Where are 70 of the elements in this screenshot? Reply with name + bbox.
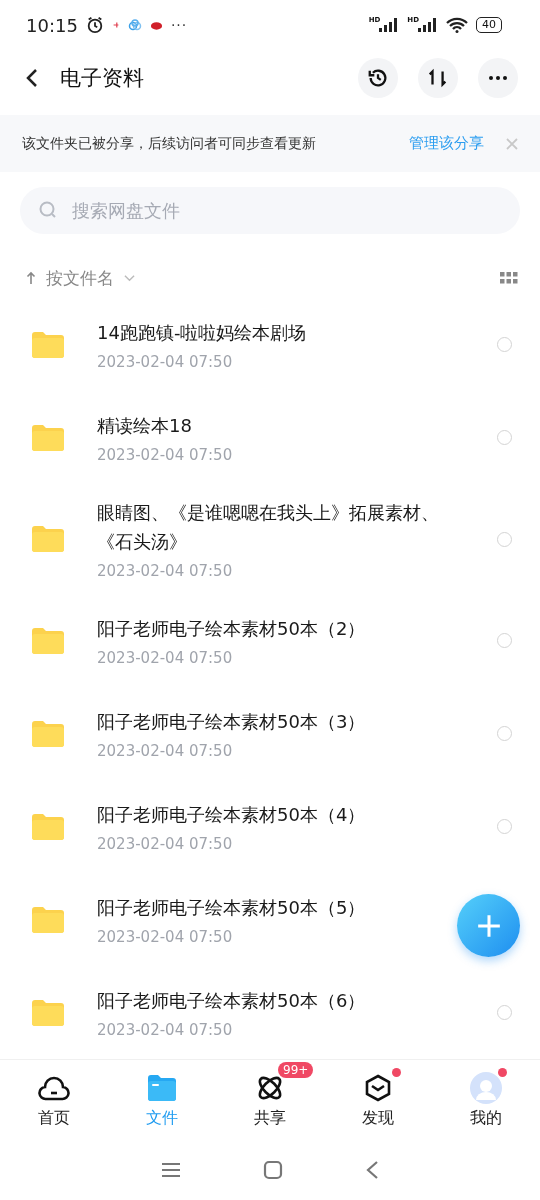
cloud-icon — [127, 19, 142, 31]
avatar-icon — [470, 1071, 502, 1104]
folder-name: 阳子老师电子绘本素材50本（4） — [97, 803, 367, 827]
add-button[interactable] — [457, 894, 520, 957]
folder-row[interactable]: 阳子老师电子绘本素材50本（3） 2023-02-04 07:50 — [0, 687, 540, 780]
folder-icon — [32, 999, 64, 1026]
folder-name: 阳子老师电子绘本素材50本（6） — [97, 989, 367, 1013]
sort-button[interactable] — [418, 57, 458, 98]
folder-icon — [32, 424, 64, 451]
up-arrow-icon — [26, 271, 36, 285]
folder-date: 2023-02-04 07:50 — [97, 562, 234, 580]
battery-indicator: 40 — [476, 17, 502, 33]
more-icon — [489, 75, 507, 80]
folder-row[interactable]: 阳子老师电子绘本素材50本（4） 2023-02-04 07:50 — [0, 780, 540, 873]
signal-icon — [379, 18, 400, 32]
folder-date: 2023-02-04 07:50 — [97, 649, 234, 667]
folder-date: 2023-02-04 07:50 — [97, 742, 234, 760]
close-icon[interactable] — [506, 137, 518, 150]
folder-name: 阳子老师电子绘本素材50本（3） — [97, 710, 367, 734]
alarm-icon — [85, 16, 104, 34]
folder-icon — [148, 1074, 176, 1101]
signal-icon — [418, 18, 438, 32]
folder-row[interactable]: 阳子老师电子绘本素材50本（6） 2023-02-04 07:50 — [0, 966, 540, 1059]
status-time: 10:15 — [26, 14, 78, 36]
folder-row[interactable]: 阳子老师电子绘本素材50本（5） 2023-02-04 07:50 — [0, 873, 540, 966]
notification-icon — [149, 20, 163, 30]
folder-name: 眼睛图、《是谁嗯嗯在我头上》拓展素材、《石头汤》 — [97, 501, 440, 554]
folder-icon — [32, 906, 64, 933]
share-notice: 该文件夹已被分享，后续访问者可同步查看更新 — [22, 134, 316, 153]
folder-date: 2023-02-04 07:50 — [97, 835, 234, 853]
plus-icon — [475, 912, 502, 939]
more-button[interactable] — [478, 57, 518, 98]
nav-tab[interactable]: 发现 — [324, 1060, 432, 1140]
folder-row[interactable]: 精读绘本18 2023-02-04 07:50 — [0, 391, 540, 484]
count-badge: 99+ — [278, 1061, 314, 1078]
folder-icon — [32, 526, 64, 552]
home-square-icon[interactable] — [263, 1160, 283, 1180]
cloud-icon — [38, 1074, 70, 1101]
folder-row[interactable]: 眼睛图、《是谁嗯嗯在我头上》拓展素材、《石头汤》 2023-02-04 07:50 — [0, 484, 540, 594]
page-title: 电子资料 — [60, 64, 144, 92]
folder-icon — [32, 720, 64, 747]
folder-date: 2023-02-04 07:50 — [97, 928, 234, 946]
search-field[interactable]: 搜索网盘文件 — [20, 187, 520, 234]
notification-icon — [111, 21, 120, 29]
folder-date: 2023-02-04 07:50 — [97, 446, 234, 464]
back-icon[interactable] — [26, 67, 38, 88]
folder-row[interactable]: 14跑跑镇-啦啦妈绘本剧场 2023-02-04 07:50 — [0, 298, 540, 391]
wifi-icon — [446, 17, 468, 33]
sort-by-name-button[interactable]: 按文件名 — [26, 266, 135, 290]
menu-icon[interactable] — [161, 1162, 181, 1178]
folder-icon — [32, 627, 64, 654]
chevron-down-icon — [124, 274, 135, 282]
grid-view-icon[interactable] — [500, 272, 518, 284]
folder-date: 2023-02-04 07:50 — [97, 1021, 234, 1039]
folder-name: 精读绘本18 — [97, 414, 193, 438]
folder-name: 14跑跑镇-啦啦妈绘本剧场 — [97, 321, 308, 345]
nav-tab[interactable]: 99+ 共享 — [216, 1060, 324, 1140]
folder-date: 2023-02-04 07:50 — [97, 353, 234, 371]
sort-arrows-icon — [427, 66, 449, 89]
nav-tab[interactable]: 我的 — [432, 1060, 540, 1140]
folder-icon — [32, 813, 64, 840]
nav-tab[interactable]: 首页 — [0, 1060, 108, 1140]
folder-row[interactable]: 阳子老师电子绘本素材50本（2） 2023-02-04 07:50 — [0, 594, 540, 687]
folder-name: 阳子老师电子绘本素材50本（2） — [97, 617, 367, 641]
more-notifications: ··· — [170, 17, 188, 33]
hexagon-icon — [364, 1073, 392, 1102]
folder-name: 阳子老师电子绘本素材50本（5） — [97, 896, 367, 920]
search-icon — [38, 200, 58, 220]
history-button[interactable] — [358, 57, 398, 98]
folder-icon — [32, 331, 64, 358]
